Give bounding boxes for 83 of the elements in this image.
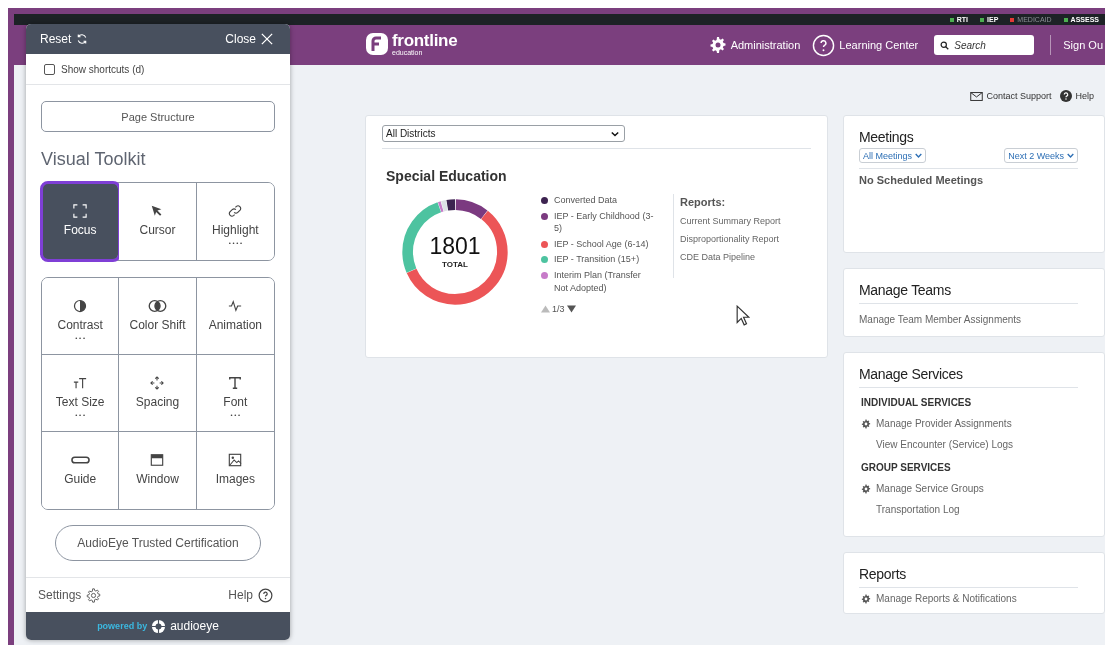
settings-icon [86, 587, 102, 603]
contact-support-link[interactable]: Contact Support [986, 91, 1052, 101]
gear-icon [861, 483, 871, 494]
help-icon [1060, 90, 1073, 102]
search-field[interactable]: Search [934, 35, 1035, 55]
total-label: TOTAL [442, 260, 468, 269]
tool-button[interactable]: Spacing [119, 355, 197, 432]
report-link[interactable]: CDE Data Pipeline [680, 252, 781, 262]
service-link[interactable]: View Encounter (Service) Logs [876, 439, 1014, 450]
service-link[interactable]: Manage Service Groups [876, 483, 984, 494]
gear-icon [861, 418, 871, 429]
reset-button[interactable]: Reset [40, 32, 89, 46]
chart-title: Special Education [386, 168, 508, 184]
card-title: Reports [859, 566, 907, 582]
reports-heading: Reports: [680, 196, 727, 208]
triangle-down-icon[interactable] [566, 305, 576, 314]
arrows-icon [150, 376, 165, 390]
tool-button[interactable]: Color Shift [119, 278, 197, 355]
search-icon [940, 41, 950, 50]
powered-by-label: powered by [97, 621, 148, 631]
report-link[interactable]: Disproportionality Report [680, 234, 781, 244]
meetings-filter-select[interactable]: All Meetings [859, 148, 927, 163]
brackets-icon [73, 204, 88, 218]
page-indicator: 1/3 [552, 304, 565, 315]
legend-label: IEP - Early Childhood (3-5) [554, 209, 655, 235]
card-title: Manage Teams [859, 282, 952, 298]
help-link[interactable]: Help [228, 587, 273, 603]
sign-out-link[interactable]: Sign Ou [1063, 39, 1105, 51]
checkbox-label: Show shortcuts (d) [61, 63, 145, 75]
legend-label: Converted Data [554, 194, 618, 207]
settings-icon[interactable] [708, 36, 727, 54]
logo-icon [365, 32, 389, 56]
page-structure-button[interactable]: Page Structure [41, 101, 275, 132]
help-icon [258, 587, 273, 603]
image-icon [228, 453, 243, 467]
half-circle-icon [73, 299, 88, 313]
brand-name: audioeye [170, 619, 219, 633]
pulse-icon [228, 299, 243, 313]
checkbox[interactable] [44, 63, 55, 75]
tool-button[interactable]: Animation [196, 278, 274, 355]
text-size-icon [73, 376, 88, 390]
service-link[interactable]: Transportation Log [876, 504, 960, 515]
section-heading: INDIVIDUAL SERVICES [861, 397, 973, 408]
envelope-icon [970, 91, 984, 101]
gear-icon [861, 593, 871, 604]
logo-name: frontline [392, 32, 458, 49]
chevron-down-icon [611, 130, 619, 137]
chevron-down-icon [915, 153, 923, 158]
close-button[interactable]: Close [225, 32, 273, 46]
team-link[interactable]: Manage Team Member Assignments [859, 314, 1022, 325]
overlapping-circles-icon [148, 299, 167, 313]
administration-link[interactable]: Administration [730, 39, 801, 51]
close-icon [261, 33, 273, 45]
date-range-select[interactable]: Next 2 Weeks [1004, 148, 1078, 163]
legend-label: IEP - School Age (6-14) [554, 237, 649, 251]
chevron-down-icon [1067, 153, 1074, 158]
section-heading: Visual Toolkit [41, 149, 147, 170]
learning-center-link[interactable]: Learning Center [839, 39, 919, 51]
brand-logo-icon [151, 618, 167, 634]
t-shape-icon [228, 376, 243, 390]
settings-link[interactable]: Settings [38, 587, 102, 603]
district-select[interactable]: All Districts [382, 125, 625, 142]
help-link[interactable]: Help [1075, 91, 1094, 101]
card-title: Meetings [859, 129, 915, 145]
legend-label: IEP - Transition (15+) [554, 253, 640, 266]
certification-button[interactable]: AudioEye Trusted Certification [55, 525, 261, 561]
tool-button[interactable]: Cursor [119, 183, 197, 260]
service-link[interactable]: Manage Provider Assignments [876, 418, 1012, 429]
help-icon[interactable] [812, 33, 836, 57]
report-link[interactable]: Manage Reports & Notifications [876, 593, 1017, 604]
link-icon [228, 204, 243, 218]
mouse-pointer-icon [736, 305, 750, 326]
window-icon [150, 453, 165, 467]
pill-icon [70, 453, 90, 467]
empty-message: No Scheduled Meetings [859, 174, 985, 186]
section-heading: GROUP SERVICES [861, 462, 952, 473]
legend-label: Interim Plan (Transfer Not Adopted) [554, 268, 642, 295]
refresh-icon [76, 33, 89, 45]
report-link[interactable]: Current Summary Report [680, 216, 781, 226]
total-count: 1801 [429, 235, 481, 258]
tool-button[interactable]: Guide [42, 432, 120, 509]
card-title: Manage Services [859, 366, 964, 382]
tool-button[interactable]: Focus [42, 183, 120, 260]
